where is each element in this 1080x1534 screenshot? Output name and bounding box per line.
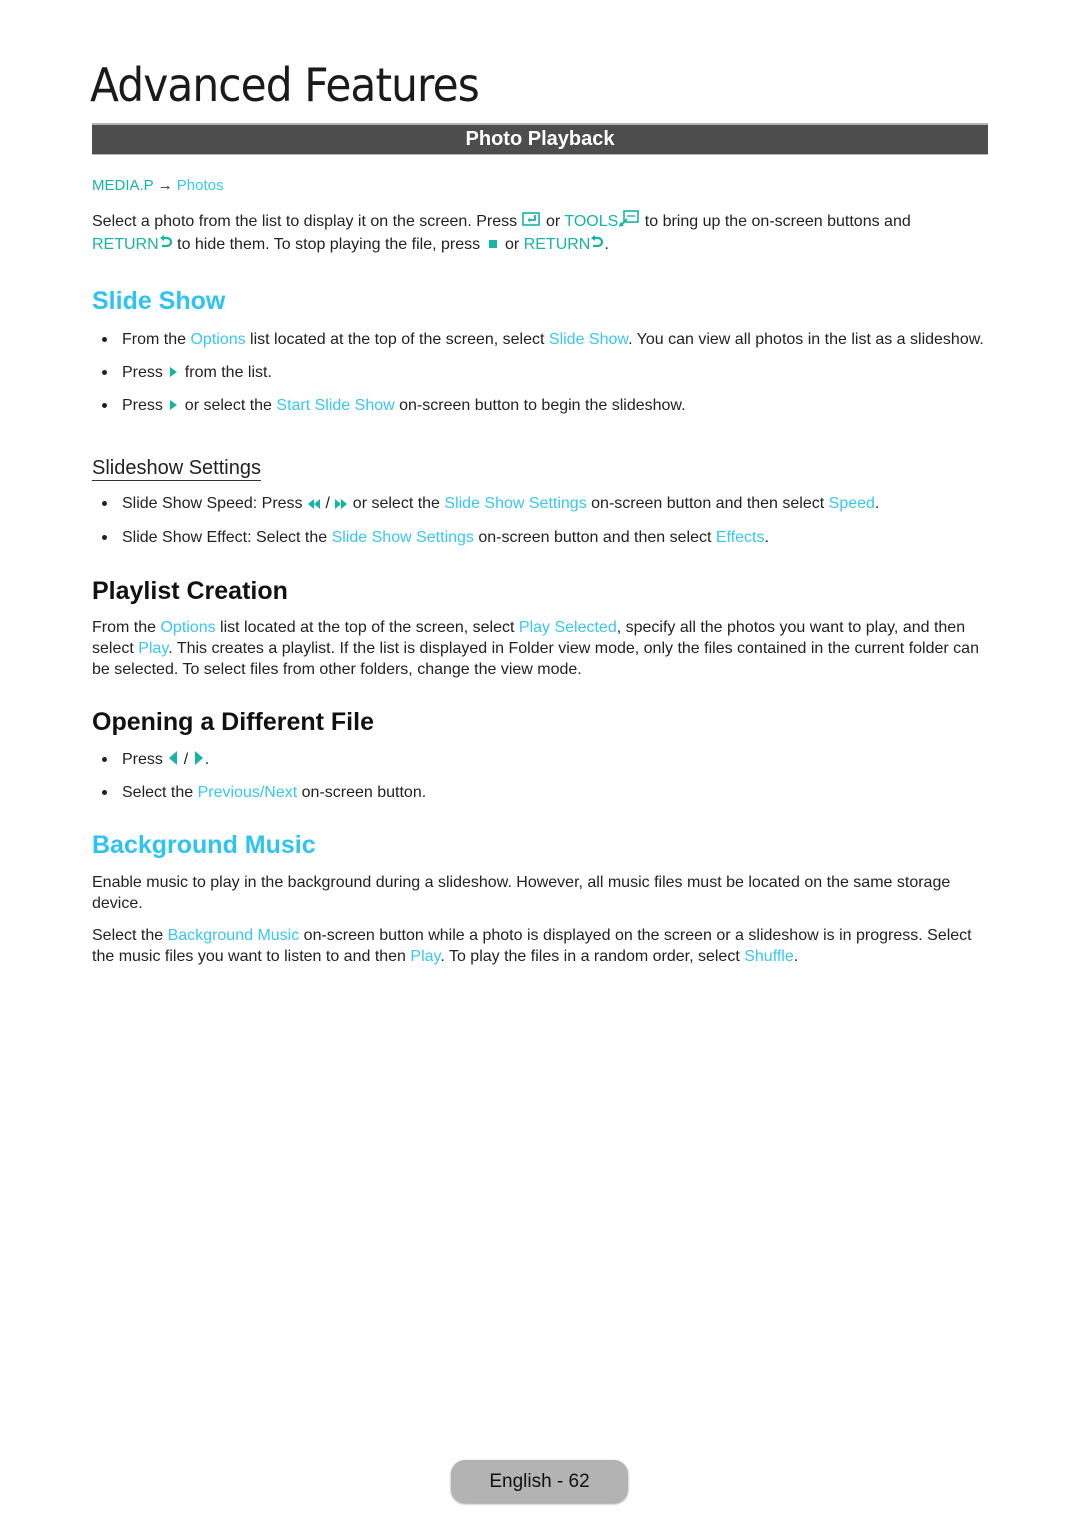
text: on-screen button to begin the slideshow. (394, 397, 686, 415)
ref-shuffle: Shuffle (744, 947, 794, 965)
heading-slideshow-settings: Slideshow Settings (92, 457, 261, 482)
intro-paragraph: Select a photo from the list to display … (92, 210, 988, 255)
ref-play: Play (138, 639, 169, 657)
playlist-paragraph: From the Options list located at the top… (92, 617, 988, 680)
heading-playlist-creation: Playlist Creation (92, 576, 288, 605)
left-arrow-icon (169, 751, 178, 766)
tools-button-icon (618, 210, 640, 234)
text: . (204, 750, 210, 768)
list-item: Select the Previous/Next on-screen butto… (92, 782, 988, 803)
text: Select the (122, 783, 198, 801)
ref-effects: Effects (715, 528, 765, 546)
tools-key: TOOLS (564, 213, 619, 231)
ref-options: Options (160, 618, 216, 636)
slide-show-list: From the Options list located at the top… (92, 329, 988, 416)
page-number-badge: English - 62 (451, 1460, 628, 1503)
list-item: From the Options list located at the top… (92, 329, 988, 350)
stop-icon (488, 239, 497, 248)
text: or (541, 213, 565, 231)
return-arrow-icon (159, 234, 173, 255)
list-item: Press or select the Start Slide Show on-… (92, 395, 988, 416)
return-arrow-icon (590, 234, 604, 255)
text: on-screen button. (297, 783, 427, 801)
heading-background-music: Background Music (92, 830, 316, 859)
text: list located at the top of the screen, s… (245, 331, 549, 349)
text: From the (92, 618, 161, 636)
text: from the list. (180, 364, 272, 382)
enter-button-icon (521, 211, 542, 233)
ref-speed: Speed (828, 495, 875, 513)
ref-slide-show-settings: Slide Show Settings (444, 495, 587, 513)
breadcrumb-leaf[interactable]: Photos (177, 177, 224, 194)
fast-forward-icon (334, 494, 348, 515)
background-music-paragraph-1: Enable music to play in the background d… (92, 873, 951, 912)
heading-slide-show: Slide Show (92, 287, 226, 316)
section-header-bar: Photo Playback (92, 123, 988, 155)
text: From the (122, 331, 191, 349)
text: to bring up the on-screen buttons and (640, 213, 911, 231)
ref-slide-show-settings: Slide Show Settings (331, 528, 474, 546)
text: . This creates a playlist. If the list i… (92, 639, 979, 678)
text: Slide Show Effect: Select the (122, 528, 332, 546)
ref-play: Play (410, 947, 441, 965)
text: / (179, 750, 193, 768)
ref-previous-next: Previous/Next (197, 783, 298, 801)
background-music-paragraph-2: Select the Background Music on-screen bu… (92, 925, 988, 967)
slideshow-settings-list: Slide Show Speed: Press / or select the … (92, 493, 988, 547)
list-item: Slide Show Effect: Select the Slide Show… (92, 527, 988, 548)
text: Slide Show Speed: Press (122, 495, 307, 513)
play-icon (170, 400, 178, 411)
text: or select the (180, 397, 277, 415)
rewind-icon (307, 494, 321, 515)
text: . (874, 495, 880, 513)
text: . (793, 947, 799, 965)
ref-options: Options (190, 331, 246, 349)
text: Select the (92, 926, 168, 944)
list-item: Slide Show Speed: Press / or select the … (92, 493, 988, 514)
page-title: Advanced Features (90, 58, 480, 112)
text: . You can view all photos in the list as… (628, 331, 984, 349)
text: Select a photo from the list to display … (92, 213, 522, 231)
ref-play-selected: Play Selected (518, 618, 617, 636)
list-item: Press / . (92, 749, 988, 770)
ref-slide-show: Slide Show (548, 331, 629, 349)
text: . (764, 528, 769, 546)
text: or (500, 236, 524, 253)
return-key: RETURN (523, 236, 591, 253)
breadcrumb-root[interactable]: MEDIA.P (92, 177, 153, 194)
play-icon (170, 367, 178, 378)
ref-background-music: Background Music (167, 926, 300, 944)
ref-start-slide-show: Start Slide Show (276, 397, 395, 415)
text: on-screen button and then select (473, 528, 716, 546)
text: on-screen button and then select (586, 495, 829, 513)
heading-opening-different-file: Opening a Different File (92, 707, 374, 736)
text: or select the (348, 495, 445, 513)
text: . To play the files in a random order, s… (440, 947, 745, 965)
list-item: Press from the list. (92, 362, 988, 383)
text: . (604, 236, 609, 253)
main-content: MEDIA.P → Photos Select a photo from the… (92, 172, 988, 978)
right-arrow-icon (194, 751, 203, 766)
opening-list: Press / . Select the Previous/Next on-sc… (92, 749, 988, 803)
text: Press (122, 364, 168, 382)
breadcrumb-arrow: → (157, 177, 173, 194)
text: / (321, 495, 335, 513)
text: list located at the top of the screen, s… (215, 618, 519, 636)
text: to hide them. To stop playing the file, … (172, 236, 485, 253)
return-key: RETURN (92, 236, 159, 253)
text: Press (122, 397, 168, 415)
text: Press (122, 750, 168, 768)
breadcrumb: MEDIA.P → Photos (92, 175, 988, 196)
